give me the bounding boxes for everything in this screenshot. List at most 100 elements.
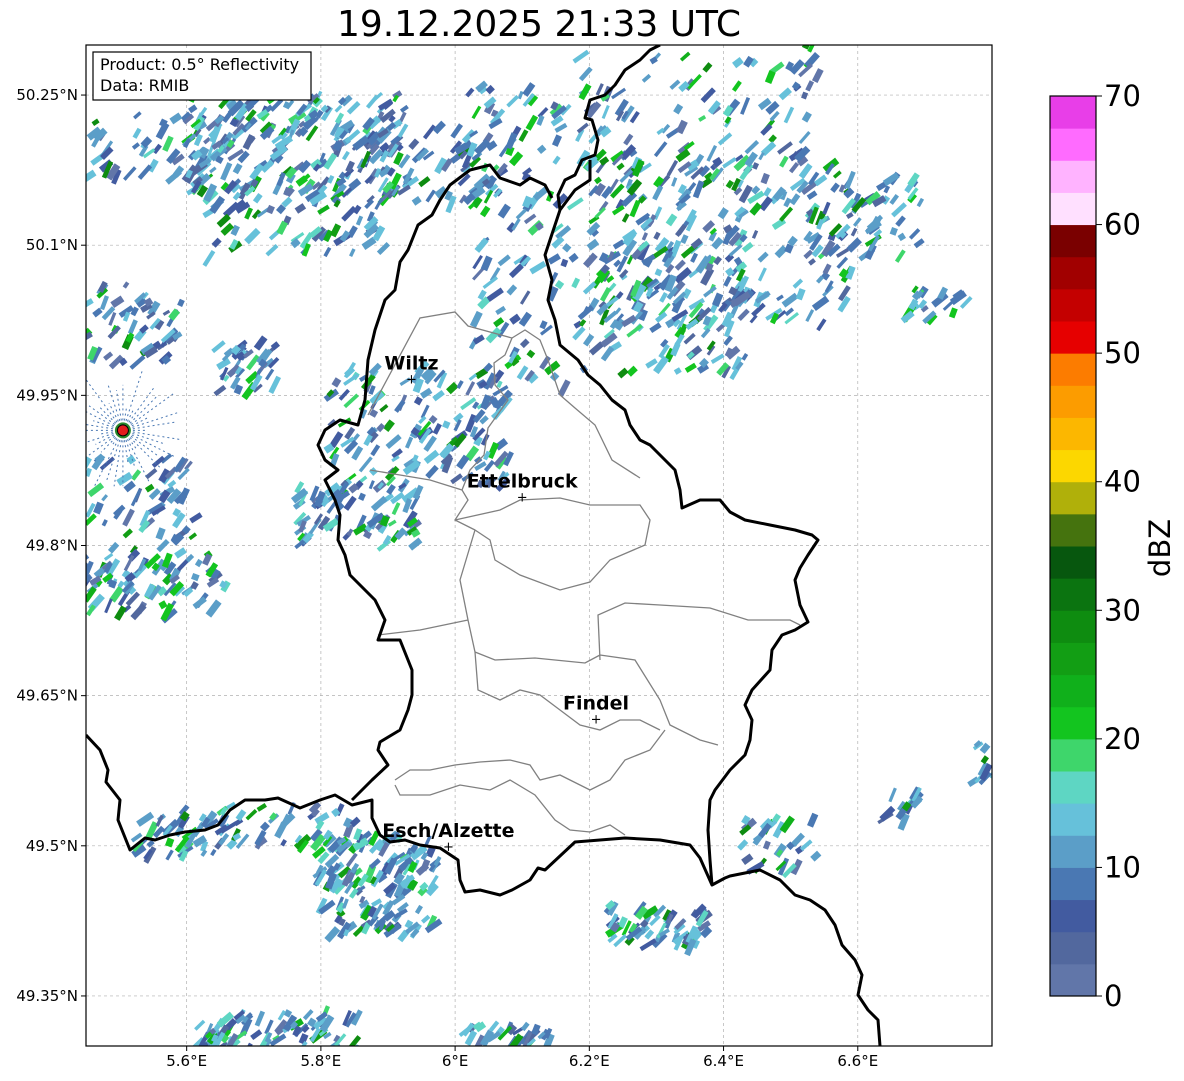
echo-cell [816,318,827,332]
echo-cell [122,281,130,289]
colorbar-segment [1050,256,1096,290]
echo-cell [717,132,733,146]
echo-cell [265,368,275,381]
echo-cell [673,103,684,115]
echo-cell [137,164,153,180]
echo-cell [700,87,716,103]
echo-cell [525,114,539,131]
echo-cell [508,263,524,279]
echo-cell [741,353,749,361]
echo-cell [683,332,696,345]
echo-cell [486,287,504,302]
echo-cell [845,212,854,220]
echo-cell [394,399,406,413]
echo-cell [408,138,420,150]
echo-cell [245,809,258,821]
colorbar-segment [1050,417,1096,451]
echo-cell [317,204,330,215]
city-label: Findel [563,693,629,715]
echo-cell [795,288,806,301]
echo-cell [980,755,989,765]
city-marker-icon: + [443,840,454,855]
lat-tick-label: 49.35°N [16,987,78,1005]
echo-cell [832,170,842,179]
echo-cell [879,805,896,822]
echo-cell [177,298,185,307]
echo-cell [420,387,433,399]
echo-cell [717,207,729,220]
echo-cell [536,144,547,155]
echo-cell [465,381,476,396]
echo-cell [370,91,383,104]
echo-cell [346,100,361,115]
colorbar-segment [1050,899,1096,933]
echo-cell [103,552,114,561]
echo-cell [850,227,858,237]
echo-cell [560,258,569,268]
colorbar-segment [1050,803,1096,836]
echo-cell [728,244,743,257]
echo-cell [711,292,724,307]
echo-cell [202,553,213,566]
echo-cell [130,603,147,621]
echo-cell [666,159,679,177]
echo-cell [343,495,357,511]
echo-cell [250,1029,263,1041]
echo-cell [897,232,907,242]
echo-cell [420,404,430,419]
echo-cell [916,197,925,208]
echo-cell [684,362,697,373]
colorbar-tick-label: 20 [1104,722,1141,756]
echo-cell [907,172,920,187]
colorbar-segment [1050,642,1096,676]
echo-cell [760,172,770,185]
echo-cell [740,97,751,115]
city-ettelbruck: +Ettelbruck [467,470,578,505]
echo-cell [891,202,907,218]
echo-cell [757,267,767,282]
echo-cell [653,355,669,375]
colorbar-segment [1050,385,1096,418]
product-text: Product: 0.5° Reflectivity [100,55,299,74]
echo-cell [653,231,661,240]
echo-cell [266,204,275,215]
echo-cell [131,142,140,150]
echo-cell [600,345,615,362]
echo-cell [385,434,402,450]
echo-cell [762,840,771,850]
lon-tick-label: 5.6°E [166,1052,207,1070]
lon-tick-label: 6.6°E [837,1052,878,1070]
echo-cell [423,449,440,464]
echo-cell [659,292,668,303]
colorbar-segment [1050,546,1096,579]
colorbar-segment [1050,353,1096,386]
echo-cell [801,91,809,100]
colorbar-segment [1050,931,1096,965]
echo-cell [641,73,652,83]
colorbar-segment [1050,706,1096,740]
echo-cell [674,259,686,271]
colorbar: 0 10 20 30 40 50 60 70 [1049,79,1141,1013]
echo-cell [781,292,799,308]
lat-tick-label: 49.95°N [16,386,78,404]
city-label: Esch/Alzette [382,820,514,842]
echo-cell [127,319,138,335]
echo-cell [235,809,247,822]
echo-cell [93,501,104,515]
echo-cell [69,604,77,612]
echo-cell [71,564,81,578]
echo-cell [370,495,388,512]
echo-cell [348,1035,362,1046]
echo-cell [495,305,506,316]
clutter-ray [86,379,124,431]
echo-cell [572,326,586,341]
echo-cell [86,169,97,184]
echo-cell [801,111,812,123]
echo-cell [758,151,765,161]
lat-tick-label: 49.65°N [16,687,78,705]
echo-cell [130,489,142,507]
echo-cell [399,104,409,113]
echo-cell [191,572,200,582]
echo-cell [763,187,772,197]
echo-cell [211,340,226,354]
